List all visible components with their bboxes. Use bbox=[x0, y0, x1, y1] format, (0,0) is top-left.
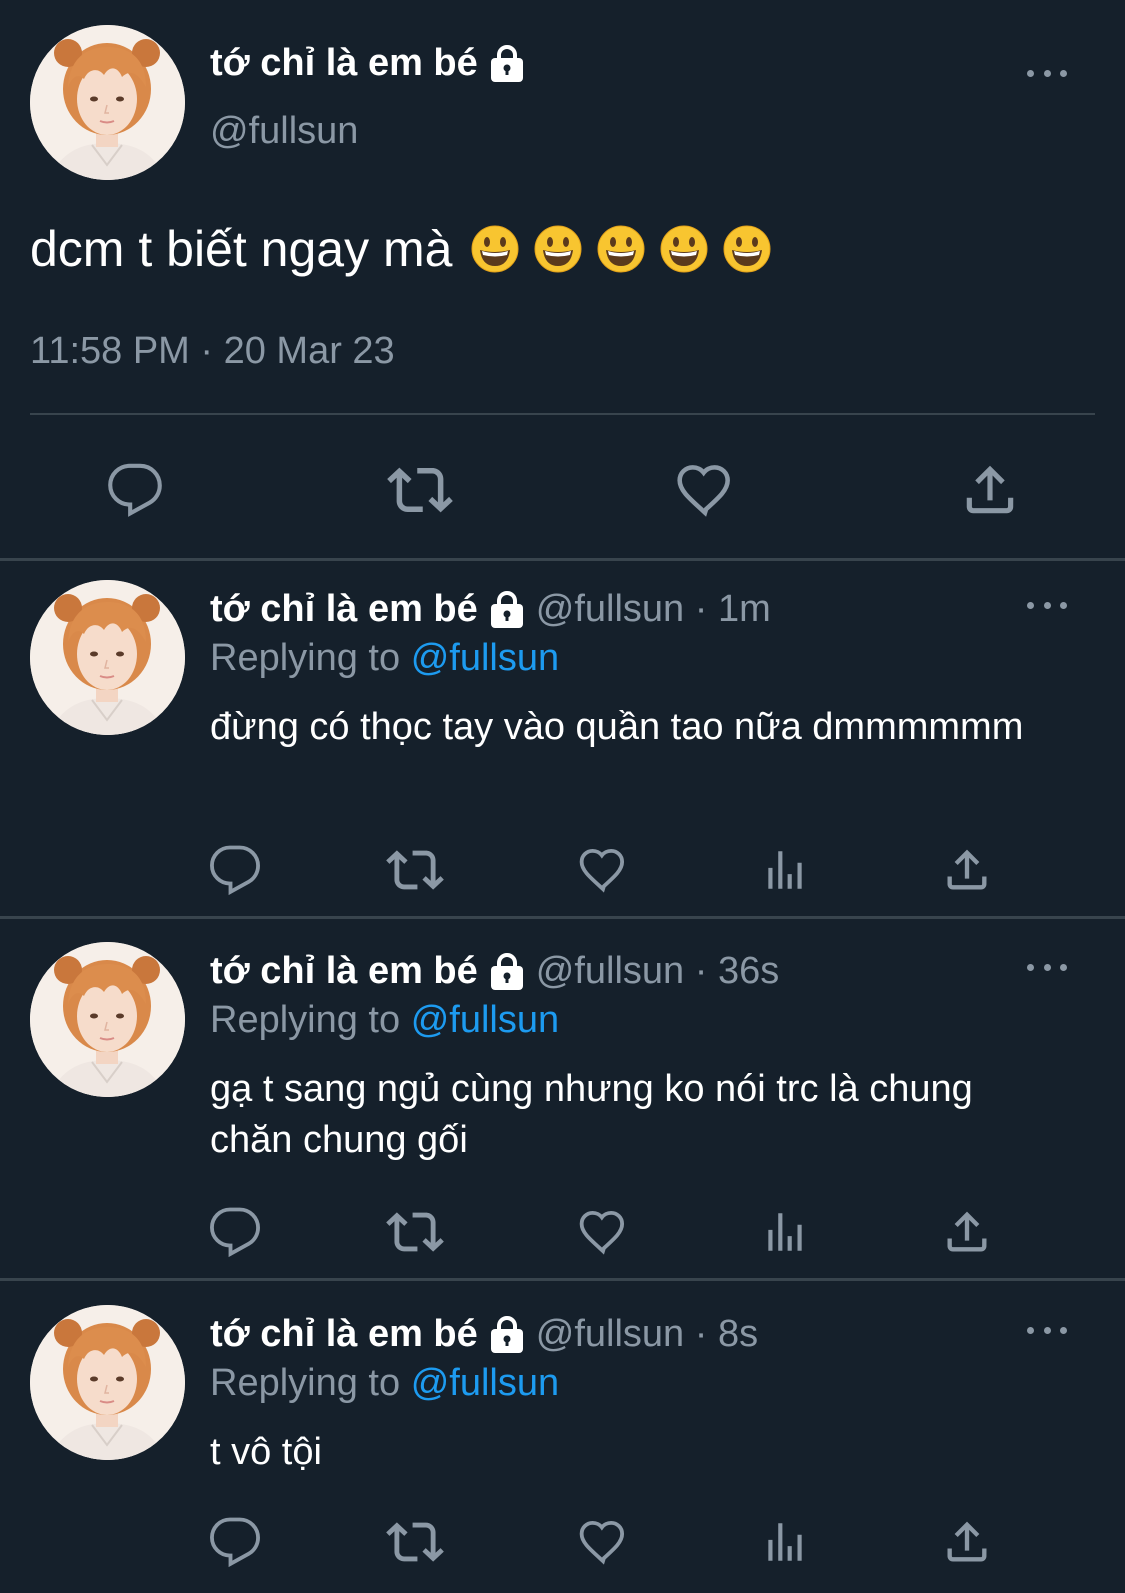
replying-to-line: Replying to @fullsun bbox=[210, 1362, 559, 1405]
display-name[interactable]: tớ chỉ là em bé bbox=[210, 42, 478, 85]
tweet-text-body: dcm t biết ngay mà bbox=[30, 221, 453, 277]
avatar[interactable] bbox=[30, 1305, 185, 1460]
grinning-face-icon bbox=[533, 224, 583, 274]
handle-and-time[interactable]: @fullsun · 8s bbox=[536, 1313, 758, 1356]
lock-icon bbox=[488, 44, 526, 84]
more-options-icon[interactable] bbox=[1027, 598, 1067, 612]
share-icon bbox=[941, 1206, 993, 1258]
reply-header: tớ chỉ là em bé @fullsun · 8s bbox=[210, 1313, 758, 1356]
lock-icon bbox=[488, 590, 526, 630]
display-name[interactable]: tớ chỉ là em bé bbox=[210, 950, 478, 993]
analytics-button[interactable] bbox=[755, 840, 815, 900]
share-button[interactable] bbox=[955, 455, 1025, 525]
share-icon bbox=[959, 459, 1021, 521]
retweet-button[interactable] bbox=[385, 455, 455, 525]
share-button[interactable] bbox=[937, 1202, 997, 1262]
tweet-timestamp[interactable]: 11:58 PM · 20 Mar 23 bbox=[30, 330, 395, 373]
more-options-icon[interactable] bbox=[1027, 1323, 1067, 1337]
grinning-face-icon bbox=[722, 224, 772, 274]
reply-button[interactable] bbox=[205, 1202, 265, 1262]
avatar[interactable] bbox=[30, 25, 185, 180]
share-button[interactable] bbox=[937, 1512, 997, 1572]
emoji-group bbox=[470, 224, 772, 274]
replying-to-label: Replying to bbox=[210, 1362, 401, 1404]
analytics-icon bbox=[760, 1207, 810, 1257]
like-icon bbox=[673, 458, 737, 522]
share-button[interactable] bbox=[937, 840, 997, 900]
analytics-icon bbox=[760, 1517, 810, 1567]
more-options-icon[interactable] bbox=[1027, 66, 1067, 80]
replying-to-handle[interactable]: @fullsun bbox=[411, 637, 559, 679]
reply-icon bbox=[208, 843, 262, 897]
tweet-text: dcm t biết ngay mà bbox=[30, 220, 772, 278]
grinning-face-icon bbox=[470, 224, 520, 274]
like-button[interactable] bbox=[573, 1512, 633, 1572]
replying-to-label: Replying to bbox=[210, 637, 401, 679]
main-tweet-header: tớ chỉ là em bé bbox=[210, 42, 526, 85]
reply-button[interactable] bbox=[205, 1512, 265, 1572]
replying-to-line: Replying to @fullsun bbox=[210, 637, 559, 680]
tweet-separator bbox=[0, 558, 1125, 561]
lock-icon bbox=[488, 1315, 526, 1355]
retweet-icon bbox=[386, 1203, 444, 1261]
user-handle[interactable]: @fullsun bbox=[210, 110, 358, 153]
analytics-icon bbox=[760, 845, 810, 895]
like-button[interactable] bbox=[573, 1202, 633, 1262]
like-icon bbox=[576, 1205, 630, 1259]
tweet-separator bbox=[0, 916, 1125, 919]
reply-text: đừng có thọc tay vào quần tao nữa dmmmmm… bbox=[210, 706, 1024, 748]
reply-button[interactable] bbox=[100, 455, 170, 525]
like-button[interactable] bbox=[670, 455, 740, 525]
analytics-button[interactable] bbox=[755, 1202, 815, 1262]
retweet-button[interactable] bbox=[385, 1202, 445, 1262]
display-name[interactable]: tớ chỉ là em bé bbox=[210, 588, 478, 631]
analytics-button[interactable] bbox=[755, 1512, 815, 1572]
reply-icon bbox=[106, 461, 164, 519]
replying-to-label: Replying to bbox=[210, 999, 401, 1041]
display-name[interactable]: tớ chỉ là em bé bbox=[210, 1313, 478, 1356]
replying-to-handle[interactable]: @fullsun bbox=[411, 999, 559, 1041]
replying-to-line: Replying to @fullsun bbox=[210, 999, 559, 1042]
reply-icon bbox=[208, 1205, 262, 1259]
replying-to-handle[interactable]: @fullsun bbox=[411, 1362, 559, 1404]
like-button[interactable] bbox=[573, 840, 633, 900]
reply-header: tớ chỉ là em bé @fullsun · 1m bbox=[210, 588, 771, 631]
grinning-face-icon bbox=[659, 224, 709, 274]
avatar[interactable] bbox=[30, 942, 185, 1097]
reply-button[interactable] bbox=[205, 840, 265, 900]
reply-text: gạ t sang ngủ cùng nhưng ko nói trc là c… bbox=[210, 1068, 973, 1161]
avatar[interactable] bbox=[30, 580, 185, 735]
handle-and-time[interactable]: @fullsun · 1m bbox=[536, 588, 771, 631]
reply-icon bbox=[208, 1515, 262, 1569]
handle-and-time[interactable]: @fullsun · 36s bbox=[536, 950, 779, 993]
share-icon bbox=[941, 844, 993, 896]
retweet-button[interactable] bbox=[385, 840, 445, 900]
reply-text: t vô tội bbox=[210, 1431, 322, 1473]
reply-header: tớ chỉ là em bé @fullsun · 36s bbox=[210, 950, 779, 993]
retweet-button[interactable] bbox=[385, 1512, 445, 1572]
like-icon bbox=[576, 843, 630, 897]
lock-icon bbox=[488, 952, 526, 992]
grinning-face-icon bbox=[596, 224, 646, 274]
more-options-icon[interactable] bbox=[1027, 960, 1067, 974]
retweet-icon bbox=[386, 1513, 444, 1571]
tweet-separator bbox=[0, 1278, 1125, 1281]
retweet-icon bbox=[387, 457, 453, 523]
like-icon bbox=[576, 1515, 630, 1569]
share-icon bbox=[941, 1516, 993, 1568]
divider bbox=[30, 413, 1095, 415]
retweet-icon bbox=[386, 841, 444, 899]
